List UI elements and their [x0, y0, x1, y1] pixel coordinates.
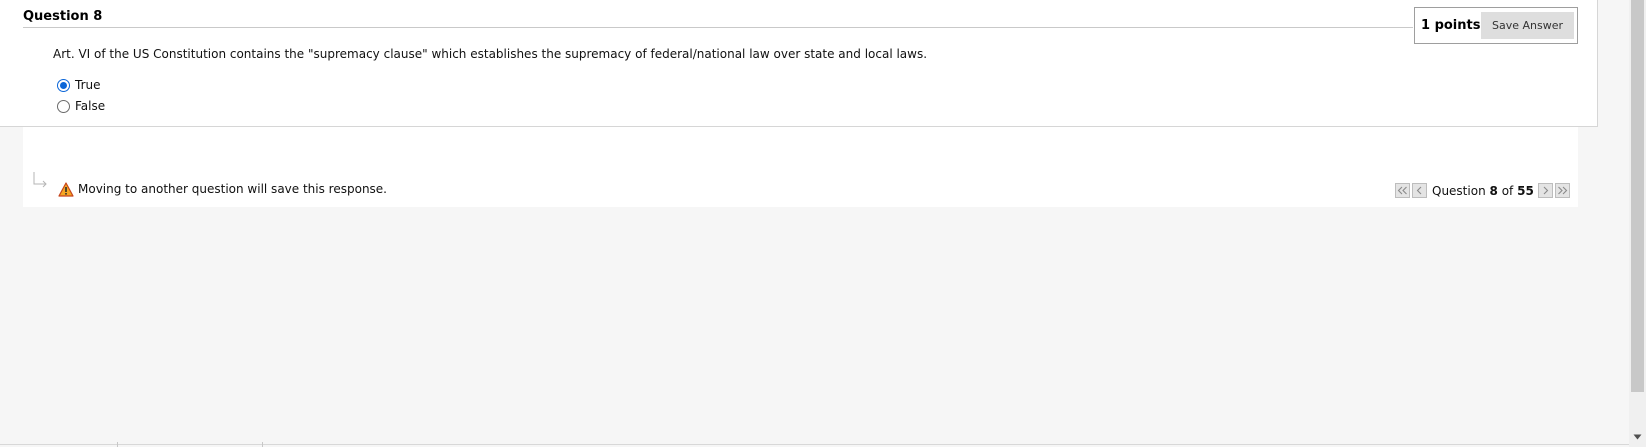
question-title: Question 8	[23, 9, 103, 24]
points-box: 1 points Save Answer	[1414, 7, 1578, 44]
answer-option-false[interactable]: False	[57, 99, 105, 113]
hook-arrow-icon	[33, 172, 47, 188]
save-answer-button[interactable]: Save Answer	[1481, 12, 1574, 39]
chevron-left-icon	[1416, 186, 1422, 195]
bottom-tick	[117, 442, 118, 447]
warning-icon	[58, 182, 74, 197]
title-divider	[23, 27, 1413, 28]
bottom-divider	[0, 444, 1629, 445]
double-chevron-left-icon	[1397, 186, 1407, 195]
points-label: 1 points	[1421, 18, 1481, 33]
first-question-button[interactable]	[1395, 183, 1410, 198]
footer-panel: Moving to another question will save thi…	[23, 127, 1578, 207]
question-panel: Question 8 1 points Save Answer Art. VI …	[0, 0, 1598, 127]
counter-of: of	[1501, 183, 1514, 198]
scrollbar-thumb[interactable]	[1631, 0, 1644, 392]
previous-question-button[interactable]	[1412, 183, 1427, 198]
counter-prefix: Question	[1432, 183, 1486, 198]
question-text: Art. VI of the US Constitution contains …	[53, 47, 928, 61]
chevron-right-icon	[1543, 186, 1549, 195]
bottom-tick	[262, 442, 263, 447]
next-question-button[interactable]	[1537, 183, 1553, 198]
question-counter: Question 8 of 55	[1432, 184, 1534, 198]
counter-total: 55	[1517, 183, 1534, 198]
answer-option-true[interactable]: True	[57, 78, 101, 92]
double-chevron-right-icon	[1557, 186, 1568, 195]
answer-label-true: True	[75, 78, 101, 92]
scroll-down-button[interactable]	[1629, 428, 1646, 445]
arrow-down-icon	[1633, 434, 1642, 439]
last-question-button[interactable]	[1554, 183, 1570, 198]
answer-label-false: False	[75, 99, 106, 113]
radio-false[interactable]	[57, 99, 70, 113]
save-warning-text: Moving to another question will save thi…	[78, 182, 387, 196]
radio-true[interactable]	[57, 78, 70, 92]
question-navigation: Question 8 of 55	[1395, 183, 1572, 198]
counter-current: 8	[1489, 183, 1498, 198]
vertical-scrollbar[interactable]	[1629, 0, 1646, 447]
